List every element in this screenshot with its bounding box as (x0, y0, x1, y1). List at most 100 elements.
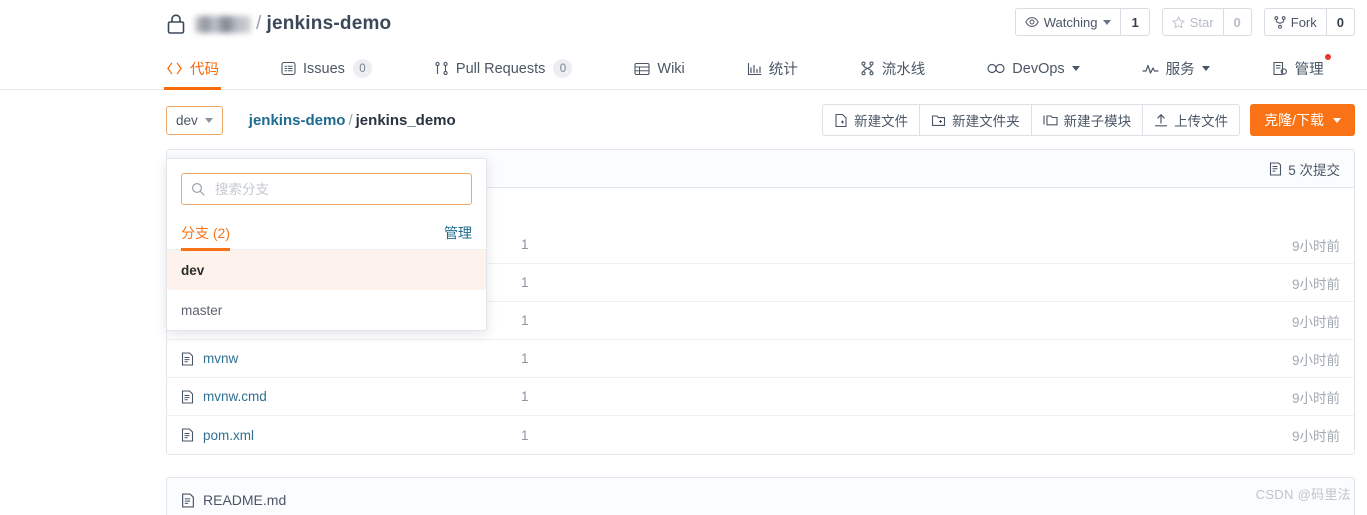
readme-label: README.md (203, 492, 287, 508)
new-folder-icon (931, 113, 946, 127)
new-file-button[interactable]: 新建文件 (822, 104, 920, 136)
repo-header: / jenkins-demo Watching 1 Star 0 Fork 0 (0, 0, 1367, 48)
new-file-icon (834, 113, 848, 128)
watch-button-group[interactable]: Watching 1 (1014, 8, 1150, 36)
tab-wiki-label: Wiki (657, 60, 685, 77)
star-label: Star (1189, 14, 1214, 30)
new-folder-button[interactable]: 新建文件夹 (919, 104, 1031, 136)
star-count[interactable]: 0 (1222, 8, 1252, 36)
commits-count[interactable]: 5 次提交 (1288, 159, 1340, 179)
commit-icon (1269, 161, 1282, 176)
tab-issues[interactable]: Issues 0 (281, 48, 372, 89)
fork-button[interactable]: Fork (1263, 8, 1326, 36)
code-icon (166, 62, 183, 75)
fork-count[interactable]: 0 (1325, 8, 1355, 36)
fork-label: Fork (1290, 14, 1317, 30)
tab-pipeline[interactable]: 流水线 (860, 48, 926, 89)
file-name-label: pom.xml (203, 427, 255, 443)
new-submodule-icon (1043, 113, 1058, 127)
commit-message: 1 (521, 389, 529, 404)
file-name-mvnw[interactable]: mvnw (181, 351, 521, 366)
branch-dropdown-panel: 分支 (2) 管理 dev master (166, 158, 487, 331)
chevron-down-icon (1201, 66, 1210, 71)
clone-download-button[interactable]: 克隆/下载 (1250, 104, 1355, 136)
repo-name: jenkins-demo (266, 13, 392, 34)
tab-devops[interactable]: DevOps (987, 48, 1080, 89)
infinity-icon (987, 63, 1005, 74)
star-icon (1172, 15, 1185, 29)
tab-issues-label: Issues (303, 60, 345, 77)
pull-requests-count-badge: 0 (553, 59, 573, 78)
branch-item-label: master (181, 302, 223, 318)
file-name-pom-xml[interactable]: pom.xml (181, 428, 521, 443)
repository-page: / jenkins-demo Watching 1 Star 0 Fork 0 … (0, 0, 1367, 515)
chevron-down-icon (1333, 117, 1341, 123)
tab-pull-requests[interactable]: Pull Requests 0 (434, 48, 573, 89)
file-icon (181, 351, 194, 366)
tab-code[interactable]: 代码 (164, 48, 221, 90)
tab-statistics-label: 统计 (768, 62, 798, 78)
manage-icon (1272, 61, 1288, 76)
upload-icon (1154, 113, 1168, 128)
title-separator: / (256, 13, 262, 34)
star-button-group[interactable]: Star 0 (1161, 8, 1252, 36)
repo-toolbar: dev jenkins-demo / jenkins_demo 新建文件 新建文… (0, 90, 1367, 149)
table-row[interactable]: mvnw.cmd 1 9小时前 (167, 378, 1354, 416)
wiki-icon (634, 62, 650, 76)
tab-wiki[interactable]: Wiki (634, 48, 685, 89)
fork-button-group[interactable]: Fork 0 (1263, 8, 1355, 36)
issues-count-badge: 0 (352, 59, 372, 78)
file-name-mvnw-cmd[interactable]: mvnw.cmd (181, 389, 521, 404)
upload-file-button[interactable]: 上传文件 (1142, 104, 1241, 136)
branch-selector-label: dev (176, 113, 198, 128)
file-icon (181, 492, 195, 508)
branch-item-master[interactable]: master (167, 290, 486, 330)
commit-message: 1 (521, 275, 529, 290)
new-submodule-label: 新建子模块 (1063, 114, 1132, 129)
commit-message: 1 (521, 313, 529, 328)
table-row[interactable]: mvnw 1 9小时前 (167, 340, 1354, 378)
tab-branches-label: 分支 (2) (181, 225, 230, 241)
tab-branches[interactable]: 分支 (2) (181, 217, 230, 251)
commit-message: 1 (521, 237, 529, 252)
search-input[interactable] (213, 180, 462, 198)
breadcrumb-root[interactable]: jenkins-demo (249, 112, 346, 129)
upload-file-label: 上传文件 (1174, 114, 1229, 129)
chart-icon (747, 62, 762, 76)
star-button[interactable]: Star (1161, 8, 1223, 36)
manage-notification-dot (1324, 54, 1331, 60)
tab-statistics[interactable]: 统计 (747, 48, 798, 89)
page-title: / jenkins-demo (166, 13, 391, 35)
chevron-down-icon (1103, 19, 1112, 25)
watch-count[interactable]: 1 (1120, 8, 1150, 36)
branch-selector-button[interactable]: dev (166, 106, 223, 135)
lock-icon (166, 13, 186, 35)
watch-button[interactable]: Watching (1014, 8, 1121, 36)
new-submodule-button[interactable]: 新建子模块 (1030, 104, 1143, 136)
commit-time: 9小时前 (1291, 390, 1340, 406)
tab-pipeline-label: 流水线 (881, 62, 926, 78)
branch-item-dev[interactable]: dev (167, 250, 486, 290)
readme-panel-header: README.md (166, 477, 1355, 515)
new-folder-label: 新建文件夹 (952, 114, 1020, 129)
branch-search-box[interactable] (181, 173, 472, 205)
commit-time: 9小时前 (1291, 352, 1340, 368)
watermark: CSDN @码里法 (1255, 487, 1351, 502)
breadcrumb-separator: / (348, 112, 353, 129)
file-name-label: mvnw (203, 351, 239, 366)
branch-manage-link[interactable]: 管理 (444, 223, 472, 243)
tab-manage[interactable]: 管理 (1272, 48, 1331, 89)
commit-time: 9小时前 (1291, 276, 1340, 292)
commit-message: 1 (521, 351, 529, 366)
clone-download-label: 克隆/下载 (1264, 112, 1324, 128)
branch-search-wrap (167, 173, 486, 217)
breadcrumb: jenkins-demo / jenkins_demo (249, 112, 456, 129)
new-file-label: 新建文件 (854, 114, 909, 129)
table-row[interactable]: pom.xml 1 9小时前 (167, 416, 1354, 454)
file-icon (181, 389, 194, 404)
branch-item-label: dev (181, 262, 205, 278)
fork-icon (1274, 15, 1286, 29)
tab-services[interactable]: 服务 (1142, 48, 1210, 89)
issue-icon (281, 61, 296, 76)
file-name-label: mvnw.cmd (203, 389, 267, 404)
